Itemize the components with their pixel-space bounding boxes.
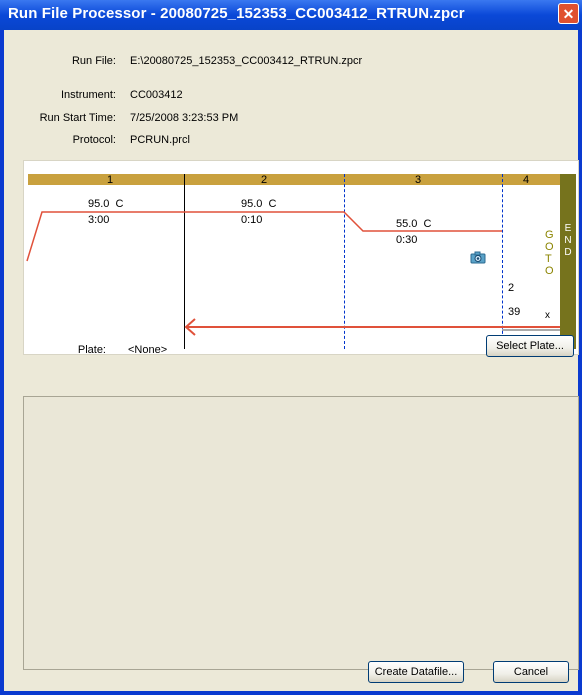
- temperature-profile: [26, 211, 560, 336]
- plate-label: Plate:: [77, 344, 106, 356]
- close-icon[interactable]: ✕: [558, 3, 579, 24]
- goto-letter-g: G: [545, 229, 554, 241]
- step-1-temp: 95.0 C: [88, 198, 124, 210]
- create-datafile-button[interactable]: Create Datafile...: [368, 661, 464, 683]
- run-file-label: Run File:: [71, 55, 116, 67]
- instrument-label: Instrument:: [60, 89, 116, 101]
- step-1-time: 3:00: [88, 214, 110, 226]
- run-file-processor-window: Run File Processor - 20080725_152353_CC0…: [0, 0, 582, 695]
- goto-letter-t: T: [545, 253, 552, 265]
- protocol-graph: 1 2 3 4 E N D 95.0 C 3:00 95.0 C 0:10 55…: [23, 160, 579, 355]
- step-2-temp: 95.0 C: [241, 198, 277, 210]
- goto-letter-o1: O: [545, 241, 554, 253]
- step-3-temp: 55.0 C: [396, 218, 432, 230]
- protocol-value: PCRUN.prcl: [130, 134, 190, 146]
- goto-times: x: [545, 310, 550, 321]
- camera-icon: [470, 251, 486, 264]
- plate-layout-panel: [23, 396, 579, 670]
- goto-count: 39: [508, 306, 521, 318]
- window-title: Run File Processor - 20080725_152353_CC0…: [8, 5, 465, 22]
- goto-step: 2: [508, 282, 515, 294]
- run-start-time-label: Run Start Time:: [39, 112, 116, 124]
- plate-value: <None>: [128, 344, 168, 356]
- step-2-time: 0:10: [241, 214, 263, 226]
- run-file-value: E:\20080725_152353_CC003412_RTRUN.zpcr: [130, 55, 363, 67]
- title-bar[interactable]: Run File Processor - 20080725_152353_CC0…: [0, 0, 582, 30]
- dialog-body: Run File: E:\20080725_152353_CC003412_RT…: [4, 30, 579, 691]
- run-start-time-value: 7/25/2008 3:23:53 PM: [130, 112, 239, 124]
- cancel-button[interactable]: Cancel: [493, 661, 569, 683]
- select-plate-button[interactable]: Select Plate...: [486, 335, 574, 357]
- goto-letter-o2: O: [545, 265, 554, 277]
- instrument-value: CC003412: [130, 89, 183, 101]
- protocol-label: Protocol:: [72, 134, 116, 146]
- step-3-time: 0:30: [396, 234, 418, 246]
